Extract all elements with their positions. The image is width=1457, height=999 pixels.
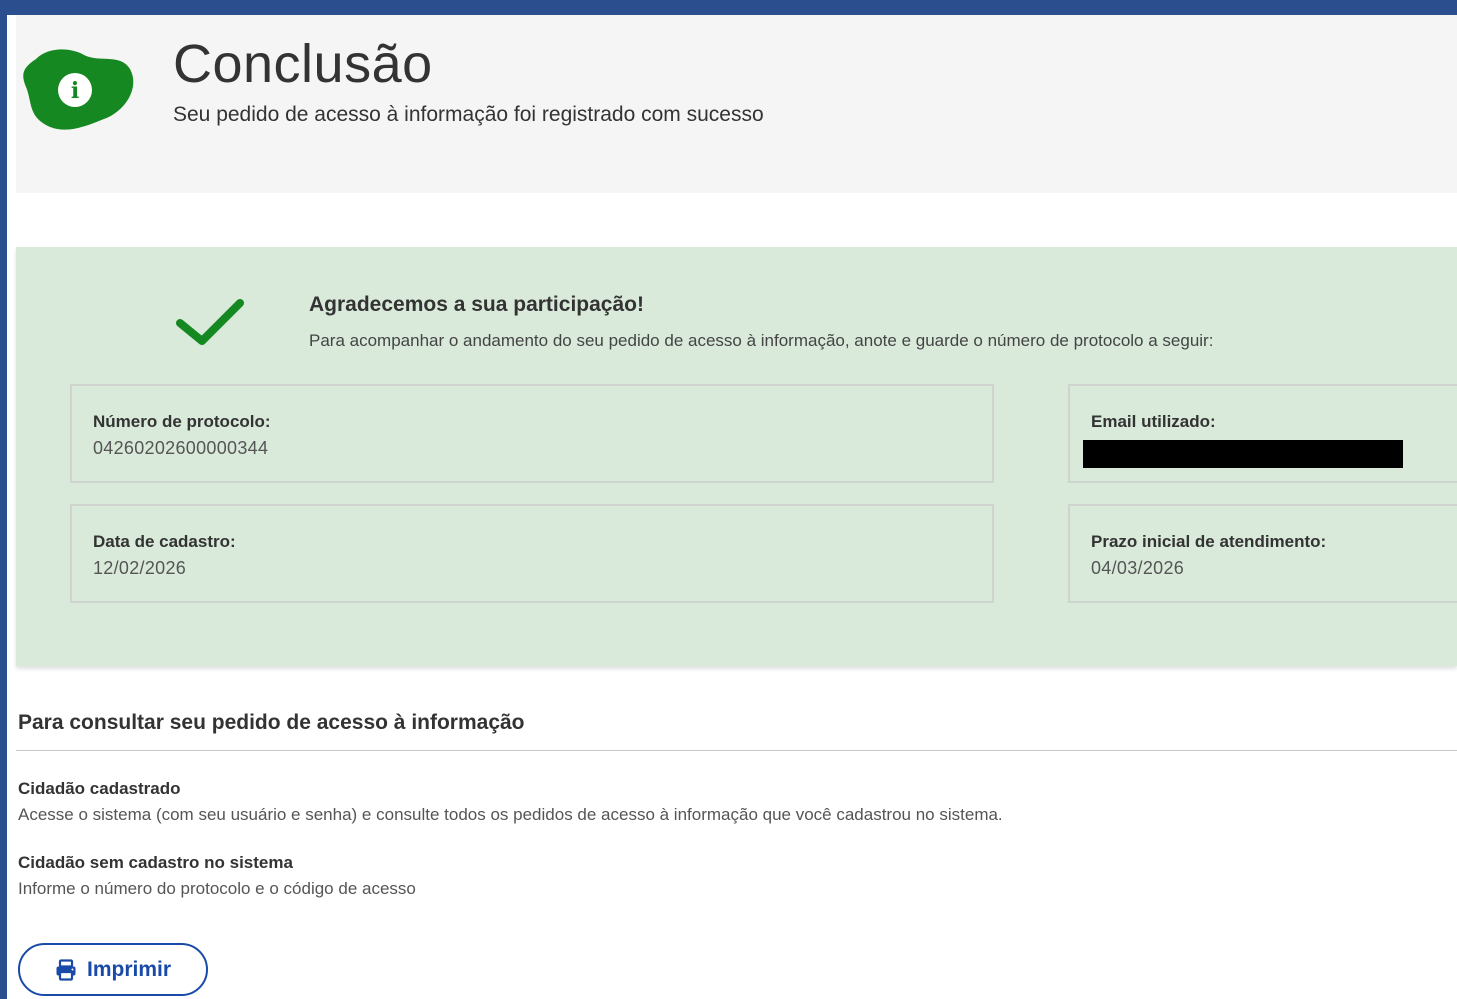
- success-panel: Agradecemos a sua participação! Para aco…: [16, 247, 1457, 666]
- info-icon: i: [23, 49, 134, 130]
- deadline-label: Prazo inicial de atendimento:: [1091, 532, 1327, 551]
- deadline-box: Prazo inicial de atendimento: 04/03/2026: [1068, 504, 1457, 603]
- unregistered-citizen-text: Informe o número do protocolo e o código…: [18, 879, 416, 898]
- email-label: Email utilizado:: [1091, 412, 1216, 431]
- print-button-label: Imprimir: [86, 957, 172, 981]
- thanks-message: Para acompanhar o andamento do seu pedid…: [309, 331, 1214, 350]
- window-border-left: [0, 0, 7, 999]
- thanks-heading: Agradecemos a sua participação!: [309, 293, 644, 316]
- registration-date-value: 12/02/2026: [93, 558, 187, 578]
- section-divider: [16, 750, 1457, 751]
- page-gutter: [7, 15, 16, 999]
- svg-text:i: i: [71, 78, 79, 104]
- window-border-top: [0, 0, 1457, 15]
- print-button[interactable]: Imprimir: [18, 943, 208, 996]
- protocol-number: 04260202600000344: [93, 438, 269, 458]
- page-title: Conclusão: [173, 34, 433, 94]
- email-box: Email utilizado:: [1068, 384, 1457, 483]
- registered-citizen-label: Cidadão cadastrado: [18, 779, 181, 798]
- page-subtitle: Seu pedido de acesso à informação foi re…: [173, 103, 764, 126]
- checkmark-icon: [176, 299, 244, 345]
- registered-citizen-text: Acesse o sistema (com seu usuário e senh…: [18, 805, 1003, 824]
- protocol-box: Número de protocolo: 04260202600000344: [70, 384, 994, 483]
- redacted-email: [1083, 440, 1403, 468]
- registration-date-label: Data de cadastro:: [93, 532, 236, 551]
- unregistered-citizen-label: Cidadão sem cadastro no sistema: [18, 853, 293, 872]
- printer-icon: [56, 958, 76, 981]
- registration-date-box: Data de cadastro: 12/02/2026: [70, 504, 994, 603]
- page: i Conclusão Seu pedido de acesso à infor…: [0, 0, 1457, 999]
- page-header: i Conclusão Seu pedido de acesso à infor…: [16, 15, 1457, 193]
- deadline-value: 04/03/2026: [1091, 558, 1185, 578]
- protocol-label: Número de protocolo:: [93, 412, 271, 431]
- consult-heading: Para consultar seu pedido de acesso à in…: [18, 711, 525, 734]
